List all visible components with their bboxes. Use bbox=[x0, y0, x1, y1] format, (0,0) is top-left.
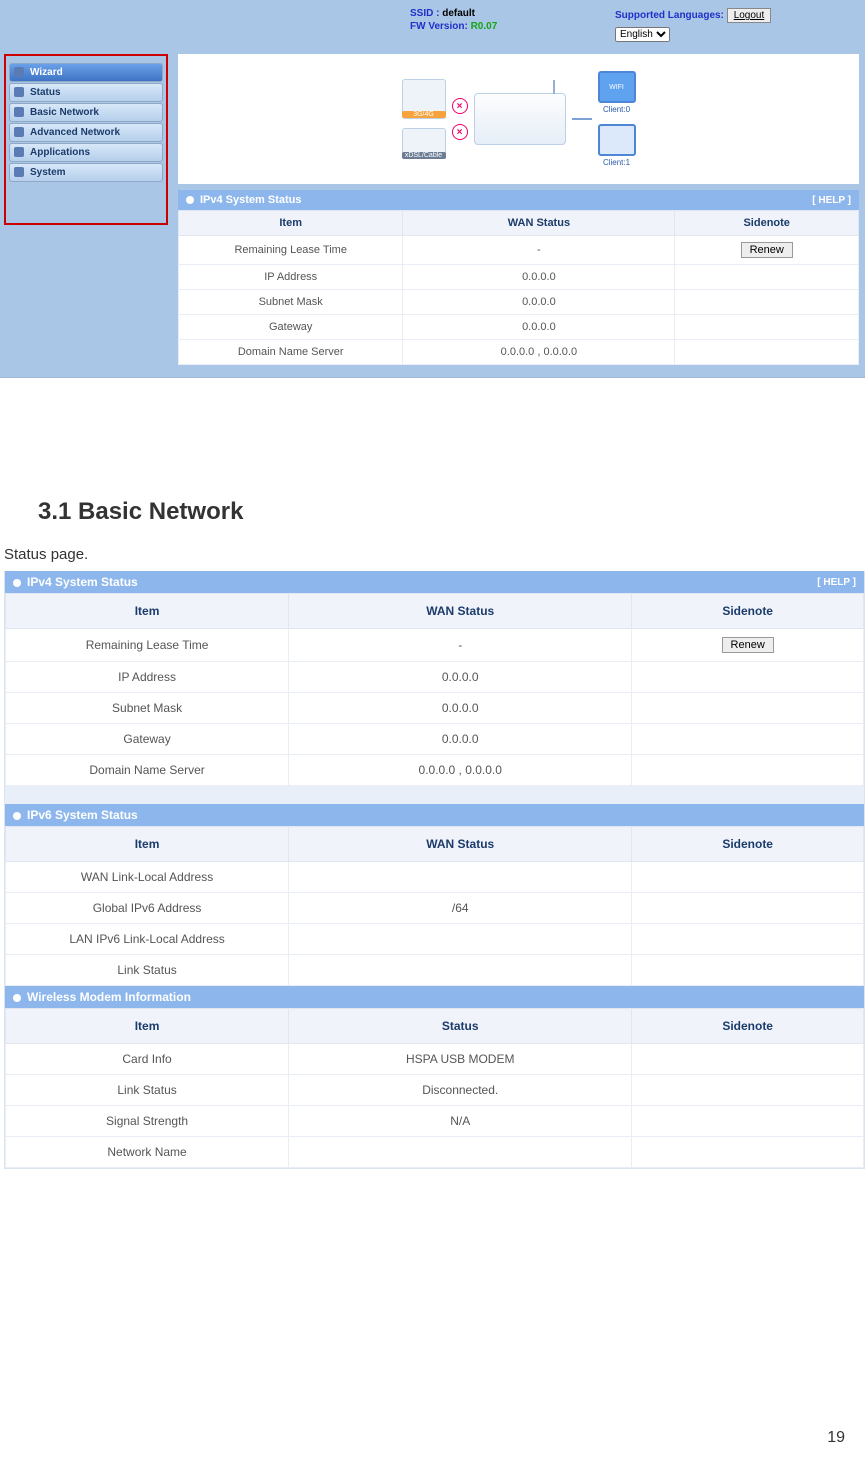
table-row: Signal StrengthN/A bbox=[6, 1106, 864, 1137]
page-number: 19 bbox=[0, 1169, 865, 1457]
modem-panel-title: Wireless Modem Information bbox=[5, 986, 864, 1008]
sidebar-item-status[interactable]: Status bbox=[9, 83, 163, 102]
table-row: Remaining Lease Time - Renew bbox=[179, 236, 859, 265]
help-link[interactable]: [ HELP ] bbox=[817, 577, 856, 588]
table-row: Card InfoHSPA USB MODEM bbox=[6, 1044, 864, 1075]
pc-client-icon bbox=[598, 124, 636, 156]
table-row: WAN Link-Local Address bbox=[6, 862, 864, 893]
ssid-label: SSID : bbox=[410, 8, 439, 19]
client1-label: Client:1 bbox=[598, 158, 636, 167]
table-row: Remaining Lease Time - Renew bbox=[6, 629, 864, 662]
ipv6-panel-title: IPv6 System Status bbox=[5, 804, 864, 826]
wifi-client-icon: WIFI bbox=[598, 71, 636, 103]
help-link[interactable]: [ HELP ] bbox=[812, 195, 851, 206]
ipv4-panel-title: IPv4 System Status [ HELP ] bbox=[5, 571, 864, 593]
disconnect-icon: × bbox=[452, 98, 468, 114]
table-row: Domain Name Server0.0.0.0 , 0.0.0.0 bbox=[6, 755, 864, 786]
router-icon bbox=[474, 93, 566, 145]
modem-table: Item Status Sidenote Card InfoHSPA USB M… bbox=[5, 1008, 864, 1168]
ipv4-table-small: Item WAN Status Sidenote Remaining Lease… bbox=[178, 210, 859, 365]
table-row: Link Status bbox=[6, 955, 864, 986]
renew-button[interactable]: Renew bbox=[741, 242, 793, 258]
sidebar-highlight-box: Wizard Status Basic Network Advanced Net… bbox=[4, 54, 168, 225]
fw-value: R0.07 bbox=[471, 21, 498, 32]
table-row: Domain Name Server0.0.0.0 , 0.0.0.0 bbox=[179, 340, 859, 365]
admin-header: SSID : default FW Version: R0.07 Support… bbox=[0, 0, 865, 50]
language-select[interactable]: English bbox=[615, 27, 670, 42]
section-subtitle: Status page. bbox=[0, 546, 865, 563]
ssid-value: default bbox=[442, 8, 475, 19]
section-heading: 3.1 Basic Network bbox=[38, 498, 865, 526]
table-row: Subnet Mask0.0.0.0 bbox=[179, 290, 859, 315]
link-line bbox=[572, 118, 592, 120]
ipv4-table: Item WAN Status Sidenote Remaining Lease… bbox=[5, 593, 864, 786]
table-row: Gateway0.0.0.0 bbox=[6, 724, 864, 755]
sidebar-item-applications[interactable]: Applications bbox=[9, 143, 163, 162]
router-admin-screenshot: SSID : default FW Version: R0.07 Support… bbox=[0, 0, 865, 378]
ipv6-table: Item WAN Status Sidenote WAN Link-Local … bbox=[5, 826, 864, 986]
table-row: Subnet Mask0.0.0.0 bbox=[6, 693, 864, 724]
table-row: Gateway0.0.0.0 bbox=[179, 315, 859, 340]
lang-label: Supported Languages: bbox=[615, 10, 724, 21]
disconnect-icon: × bbox=[452, 124, 468, 140]
table-row: Global IPv6 Address/64 bbox=[6, 893, 864, 924]
table-row: IP Address0.0.0.0 bbox=[6, 662, 864, 693]
logout-button[interactable]: Logout bbox=[727, 8, 772, 23]
sidebar-item-system[interactable]: System bbox=[9, 163, 163, 182]
table-row: IP Address0.0.0.0 bbox=[179, 265, 859, 290]
table-row: LAN IPv6 Link-Local Address bbox=[6, 924, 864, 955]
sidebar-item-wizard[interactable]: Wizard bbox=[9, 63, 163, 82]
network-topology: 3G/4G xDSL/Cable × × WIFI Client: bbox=[178, 54, 859, 184]
client0-label: Client:0 bbox=[598, 105, 636, 114]
table-row: Link StatusDisconnected. bbox=[6, 1075, 864, 1106]
table-row: Network Name bbox=[6, 1137, 864, 1168]
sidebar-item-advanced-network[interactable]: Advanced Network bbox=[9, 123, 163, 142]
renew-button[interactable]: Renew bbox=[722, 637, 774, 653]
fw-label: FW Version: bbox=[410, 21, 468, 32]
ipv4-panel-title-small: IPv4 System Status [ HELP ] bbox=[178, 190, 859, 210]
sidebar-item-basic-network[interactable]: Basic Network bbox=[9, 103, 163, 122]
